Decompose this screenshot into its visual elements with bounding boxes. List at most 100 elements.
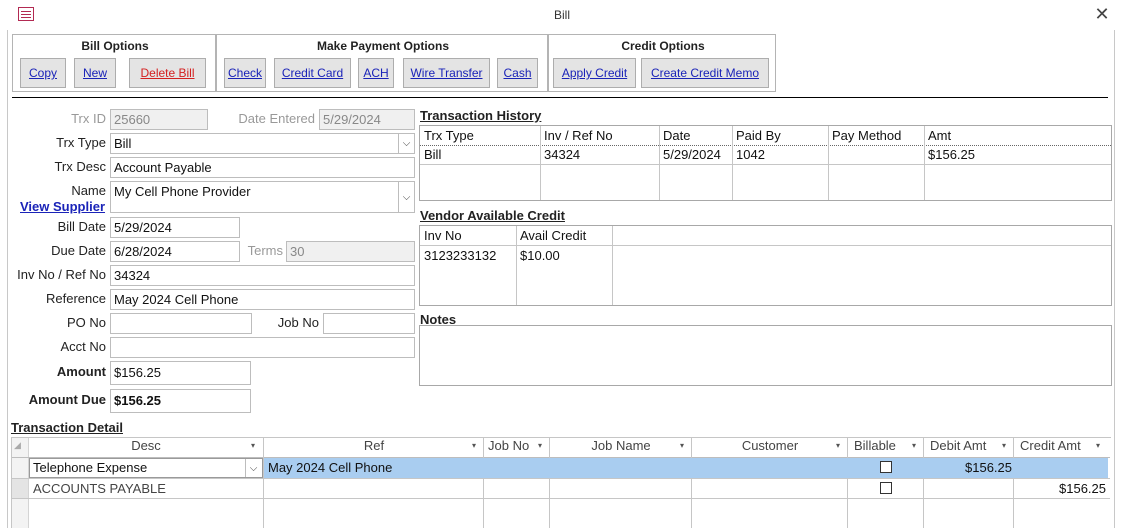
th-row-inv-ref[interactable]: 34324 <box>544 147 580 162</box>
amount-input[interactable]: $156.25 <box>110 361 251 385</box>
trx-id-field: 25660 <box>110 109 208 130</box>
trx-type-value: Bill <box>114 136 132 151</box>
td-col-job-no[interactable]: Job No <box>484 438 546 457</box>
td-col-debit-amt[interactable]: Debit Amt <box>924 438 1008 457</box>
td-row1-ref[interactable]: May 2024 Cell Phone <box>268 460 392 475</box>
job-no-label: Job No <box>277 315 319 330</box>
trx-type-label: Trx Type <box>56 135 106 150</box>
date-entered-label: Date Entered <box>238 111 315 126</box>
sort-arrow-icon[interactable]: ▾ <box>1002 441 1006 450</box>
td-col-desc[interactable]: Desc <box>28 438 264 457</box>
td-row2-credit[interactable]: $156.25 <box>1014 481 1106 496</box>
td-row1-billable-checkbox[interactable] <box>880 461 892 473</box>
vendor-credit-table: Inv No Avail Credit 3123233132 $10.00 <box>419 225 1112 306</box>
td-row1-desc: Telephone Expense <box>33 460 148 475</box>
cash-button[interactable]: Cash <box>497 58 538 88</box>
amount-label: Amount <box>56 364 106 379</box>
td-row1-debit[interactable]: $156.25 <box>924 460 1012 475</box>
delete-bill-button[interactable]: Delete Bill <box>129 58 206 88</box>
ach-button[interactable]: ACH <box>358 58 394 88</box>
reference-input[interactable]: May 2024 Cell Phone <box>110 289 415 310</box>
sort-arrow-icon[interactable]: ▾ <box>472 441 476 450</box>
col-divider <box>549 438 550 528</box>
inv-no-input[interactable]: 34324 <box>110 265 415 286</box>
row-divider <box>420 245 1111 246</box>
col-divider <box>659 126 660 200</box>
name-label: Name <box>71 183 106 198</box>
sort-arrow-icon[interactable]: ▾ <box>251 441 255 450</box>
window-title: Bill <box>553 8 570 22</box>
vc-col-avail-credit: Avail Credit <box>520 228 587 243</box>
check-button[interactable]: Check <box>224 58 266 88</box>
credit-card-button[interactable]: Credit Card <box>274 58 351 88</box>
th-row-date[interactable]: 5/29/2024 <box>663 147 721 162</box>
record-selector[interactable] <box>12 479 28 498</box>
th-row-amt[interactable]: $156.25 <box>928 147 975 162</box>
col-divider <box>924 126 925 200</box>
row-divider <box>12 498 1110 499</box>
wire-transfer-button[interactable]: Wire Transfer <box>403 58 490 88</box>
sort-arrow-icon[interactable]: ▾ <box>538 441 542 450</box>
trx-desc-input[interactable]: Account Payable <box>110 157 415 178</box>
copy-button[interactable]: Copy <box>20 58 66 88</box>
col-divider <box>483 438 484 528</box>
col-divider <box>923 438 924 528</box>
trx-type-select[interactable]: Bill <box>110 133 415 154</box>
td-row1-desc-select[interactable]: Telephone Expense <box>29 458 263 478</box>
th-row-trx-type[interactable]: Bill <box>424 147 441 162</box>
col-divider <box>847 438 848 528</box>
payment-options-group: Make Payment Options Check Credit Card A… <box>216 34 548 92</box>
td-row2-desc[interactable]: ACCOUNTS PAYABLE <box>33 481 166 496</box>
notes-textarea[interactable] <box>419 325 1112 386</box>
row-divider <box>12 478 1110 479</box>
td-row2-billable-checkbox[interactable] <box>880 482 892 494</box>
trx-id-label: Trx ID <box>71 111 106 126</box>
dropdown-arrow-icon[interactable]: ⌵ <box>398 182 414 212</box>
credit-options-group: Credit Options Apply Credit Create Credi… <box>548 34 776 92</box>
vendor-credit-title: Vendor Available Credit <box>420 208 565 223</box>
td-col-ref[interactable]: Ref <box>264 438 484 457</box>
col-divider <box>732 126 733 200</box>
bill-date-input[interactable]: 5/29/2024 <box>110 217 240 238</box>
td-col-billable[interactable]: Billable <box>848 438 916 457</box>
dropdown-arrow-icon[interactable]: ⌵ <box>398 134 414 153</box>
create-credit-memo-button[interactable]: Create Credit Memo <box>641 58 769 88</box>
acct-no-input[interactable] <box>110 337 415 358</box>
close-icon[interactable]: ✕ <box>1092 4 1112 25</box>
po-no-label: PO No <box>66 315 106 330</box>
sort-arrow-icon[interactable]: ▾ <box>1096 441 1100 450</box>
vc-row-inv-no[interactable]: 3123233132 <box>424 248 496 263</box>
th-col-date: Date <box>663 128 691 143</box>
toolbar-divider <box>12 97 1108 98</box>
transaction-history-table: Trx Type Inv / Ref No Date Paid By Pay M… <box>419 125 1112 201</box>
new-button[interactable]: New <box>74 58 116 88</box>
td-col-customer[interactable]: Customer <box>692 438 848 457</box>
dropdown-arrow-icon[interactable]: ⌵ <box>245 459 261 477</box>
col-divider <box>540 126 541 200</box>
po-no-input[interactable] <box>110 313 252 334</box>
apply-credit-button[interactable]: Apply Credit <box>553 58 636 88</box>
view-supplier-link[interactable]: View Supplier <box>20 199 105 214</box>
transaction-history-title: Transaction History <box>420 108 542 123</box>
vc-col-inv-no: Inv No <box>424 228 462 243</box>
amount-due-label: Amount Due <box>28 392 106 407</box>
due-date-input[interactable]: 6/28/2024 <box>110 241 240 262</box>
td-col-credit-amt[interactable]: Credit Amt <box>1014 438 1104 457</box>
acct-no-label: Acct No <box>60 339 106 354</box>
sort-arrow-icon[interactable]: ▾ <box>836 441 840 450</box>
terms-label: Terms <box>247 243 283 258</box>
td-col-job-name[interactable]: Job Name <box>550 438 692 457</box>
sort-arrow-icon[interactable]: ▾ <box>912 441 916 450</box>
sort-arrow-icon[interactable]: ▾ <box>680 441 684 450</box>
due-date-label: Due Date <box>51 243 106 258</box>
name-select[interactable]: My Cell Phone Provider <box>110 181 415 213</box>
th-col-inv-ref: Inv / Ref No <box>544 128 613 143</box>
th-row-paid-by[interactable]: 1042 <box>736 147 765 162</box>
credit-options-title: Credit Options <box>621 39 705 53</box>
select-all-icon[interactable]: ◢ <box>14 440 21 451</box>
col-divider <box>263 438 264 528</box>
job-no-input[interactable] <box>323 313 415 334</box>
row-divider <box>420 145 1111 147</box>
title-bar: Bill ✕ <box>0 0 1124 30</box>
vc-row-avail-credit[interactable]: $10.00 <box>520 248 560 263</box>
